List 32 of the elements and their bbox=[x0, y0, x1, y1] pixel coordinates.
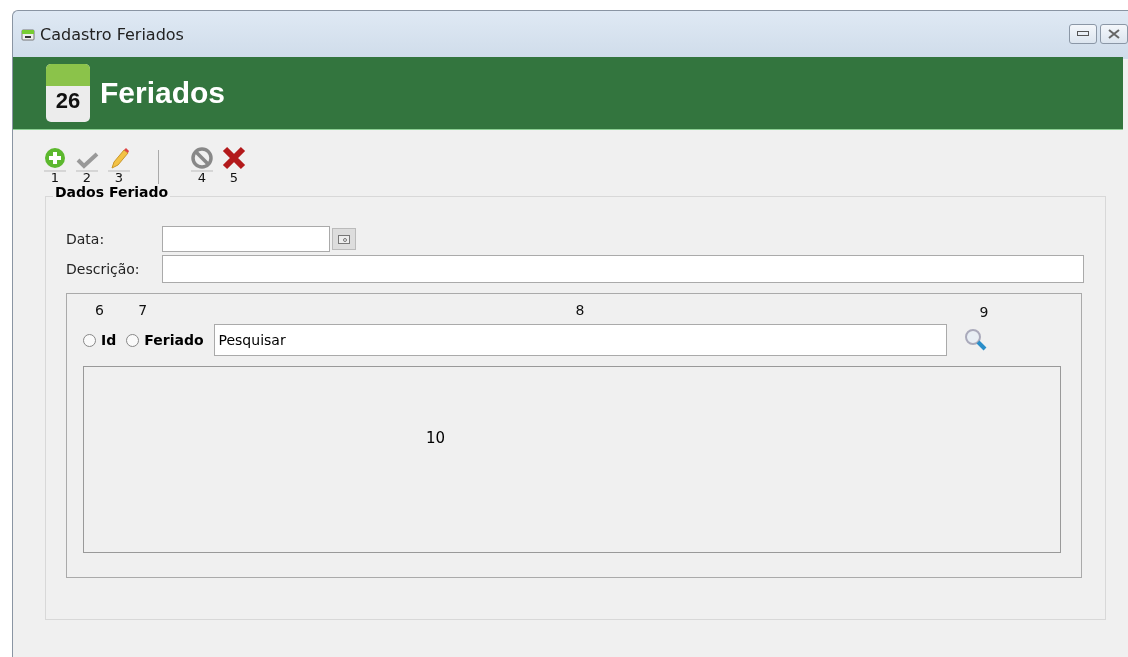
delete-button[interactable] bbox=[221, 146, 247, 172]
add-button[interactable] bbox=[42, 146, 68, 172]
edit-button[interactable] bbox=[106, 146, 132, 172]
header-title: Feriados bbox=[100, 76, 226, 110]
description-field[interactable] bbox=[162, 255, 1084, 283]
number-label: 7 bbox=[137, 302, 149, 320]
number-label: 6 bbox=[94, 302, 105, 320]
calendar-icon bbox=[21, 27, 35, 41]
calendar-button[interactable] bbox=[332, 228, 356, 250]
radio-button[interactable]: Id bbox=[83, 324, 117, 356]
search-field[interactable]: Pesquisar bbox=[213, 324, 947, 356]
calendar-icon bbox=[338, 234, 350, 244]
field-label: Data: bbox=[66, 231, 106, 247]
number-label: 9 bbox=[978, 304, 989, 322]
number-label: 4 bbox=[197, 172, 207, 184]
minimize-button[interactable] bbox=[1069, 24, 1097, 44]
calendar-icon: 26 bbox=[46, 64, 90, 122]
number-label: 8 bbox=[574, 302, 586, 320]
window-title: Cadastro Feriados bbox=[40, 24, 184, 44]
number-label: 1 bbox=[50, 172, 60, 184]
number-label: 5 bbox=[229, 172, 239, 184]
minimize-icon bbox=[1077, 31, 1089, 37]
close-button[interactable] bbox=[1100, 24, 1128, 44]
number-label: 10 bbox=[426, 429, 446, 447]
number-label: 3 bbox=[114, 172, 124, 184]
radio-button[interactable]: Feriado bbox=[126, 324, 204, 356]
field-label: Descrição: bbox=[66, 261, 141, 277]
date-field[interactable] bbox=[162, 226, 330, 252]
group-title: Dados Feriado bbox=[53, 184, 171, 200]
number-label: 2 bbox=[82, 172, 92, 184]
cancel-button[interactable] bbox=[189, 146, 215, 172]
close-icon bbox=[1108, 29, 1120, 39]
